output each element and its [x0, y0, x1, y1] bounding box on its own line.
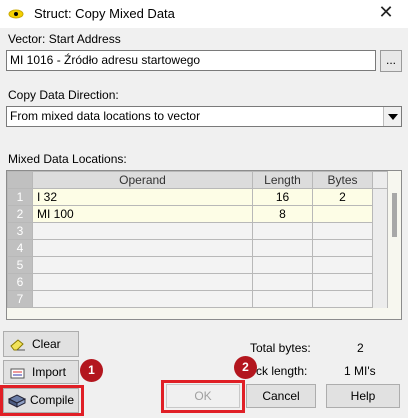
table-row[interactable]: 3	[7, 222, 388, 240]
column-header-bytes[interactable]: Bytes	[312, 171, 373, 189]
step-badge-1: 1	[80, 359, 103, 382]
row-number: 7	[7, 290, 33, 308]
row-number: 3	[7, 222, 33, 240]
cancel-button[interactable]: Cancel	[246, 384, 316, 408]
help-button[interactable]: Help	[326, 384, 400, 408]
operand-cell[interactable]	[32, 290, 253, 308]
row-number: 2	[7, 205, 33, 223]
length-cell[interactable]	[252, 239, 313, 257]
total-bytes-label: Total bytes:	[250, 341, 311, 355]
copy-mixed-data-dialog: Struct: Copy Mixed Data ✕ Vector: Start …	[0, 0, 408, 418]
length-cell[interactable]	[252, 273, 313, 291]
row-number: 6	[7, 273, 33, 291]
bytes-cell	[312, 290, 373, 308]
import-button[interactable]: Import	[3, 360, 79, 384]
scrollbar-thumb[interactable]	[392, 193, 397, 237]
highlight-ok	[161, 380, 245, 413]
eraser-icon	[10, 339, 25, 351]
scrollbar-track[interactable]	[372, 188, 388, 206]
operand-cell[interactable]: I 32	[32, 188, 253, 206]
table-row[interactable]: 2 MI 100 8	[7, 205, 388, 223]
vector-label: Vector: Start Address	[8, 32, 121, 46]
scrollbar-track[interactable]	[372, 205, 388, 223]
operand-cell[interactable]	[32, 239, 253, 257]
clear-label: Clear	[32, 337, 61, 351]
window-title: Struct: Copy Mixed Data	[34, 6, 175, 21]
table-header-row: Operand Length Bytes	[7, 171, 388, 189]
bytes-cell	[312, 205, 373, 223]
row-number: 5	[7, 256, 33, 274]
table-row[interactable]: 5	[7, 256, 388, 274]
bytes-cell	[312, 273, 373, 291]
highlight-compile	[0, 385, 84, 416]
browse-button[interactable]: ...	[380, 50, 402, 72]
import-label: Import	[32, 365, 67, 379]
scrollbar-track[interactable]	[372, 222, 388, 240]
help-label: Help	[350, 389, 376, 403]
table-row[interactable]: 4	[7, 239, 388, 257]
row-number: 1	[7, 188, 33, 206]
operand-cell[interactable]	[32, 256, 253, 274]
bytes-cell	[312, 239, 373, 257]
title-bar: Struct: Copy Mixed Data ✕	[0, 0, 408, 28]
column-header-operand[interactable]: Operand	[32, 171, 253, 189]
dropdown-arrow-icon[interactable]	[383, 107, 401, 126]
block-length-label: ck length:	[256, 364, 308, 378]
direction-selected-value: From mixed data locations to vector	[10, 109, 201, 123]
bytes-cell: 2	[312, 188, 373, 206]
step-badge-2: 2	[234, 356, 257, 379]
table-row[interactable]: 7	[7, 290, 388, 308]
scrollbar-track[interactable]	[372, 256, 388, 274]
length-cell[interactable]	[252, 222, 313, 240]
length-cell[interactable]: 16	[252, 188, 313, 206]
bytes-cell	[312, 222, 373, 240]
corner-cell	[7, 171, 33, 189]
bytes-cell	[312, 256, 373, 274]
table-row[interactable]: 6	[7, 273, 388, 291]
direction-select[interactable]: From mixed data locations to vector	[6, 106, 402, 127]
row-number: 4	[7, 239, 33, 257]
table-row[interactable]: 1 I 32 16 2	[7, 188, 388, 206]
operand-cell[interactable]: MI 100	[32, 205, 253, 223]
column-header-length[interactable]: Length	[252, 171, 313, 189]
length-cell[interactable]	[252, 290, 313, 308]
operand-cell[interactable]	[32, 222, 253, 240]
close-icon[interactable]: ✕	[372, 2, 400, 26]
direction-label: Copy Data Direction:	[8, 88, 119, 102]
block-length-value: 1 MI's	[344, 364, 376, 378]
mixed-data-grid[interactable]: Operand Length Bytes 1 I 32 16 2 2 MI 10…	[6, 170, 402, 320]
scrollbar-track[interactable]	[372, 290, 388, 308]
mixed-data-table: Operand Length Bytes 1 I 32 16 2 2 MI 10…	[7, 171, 388, 308]
length-cell[interactable]: 8	[252, 205, 313, 223]
length-cell[interactable]	[252, 256, 313, 274]
scrollbar-header	[372, 171, 388, 189]
total-bytes-value: 2	[357, 341, 364, 355]
vector-address-field[interactable]: MI 1016 - Źródło adresu startowego	[6, 50, 376, 71]
scrollbar-track[interactable]	[372, 273, 388, 291]
clear-button[interactable]: Clear	[3, 331, 79, 357]
cancel-label: Cancel	[262, 389, 300, 403]
import-icon	[10, 368, 25, 379]
operand-cell[interactable]	[32, 273, 253, 291]
scrollbar-track[interactable]	[372, 239, 388, 257]
mixed-data-label: Mixed Data Locations:	[8, 152, 127, 166]
eye-icon	[8, 9, 24, 19]
